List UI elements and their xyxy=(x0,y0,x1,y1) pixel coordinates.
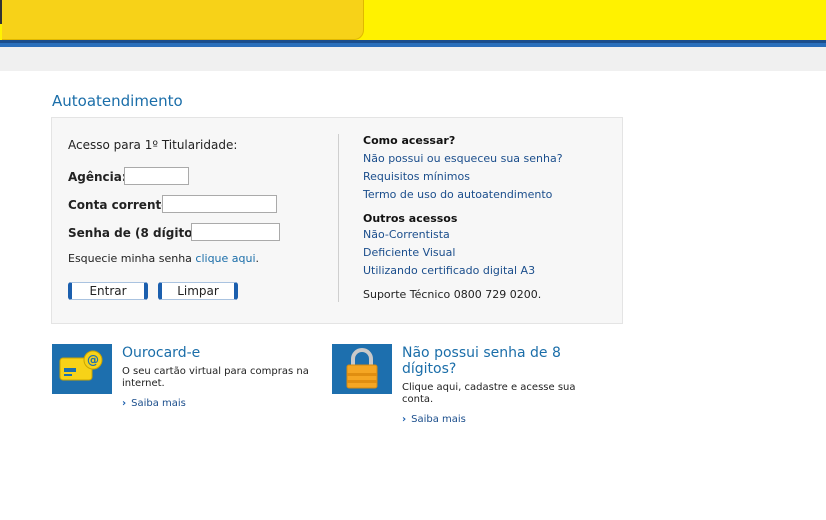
ourocard-saiba-mais-label: Saiba mais xyxy=(131,398,186,409)
senha-label: Senha de (8 dígitos): xyxy=(68,226,210,240)
outros-acessos-heading: Outros acessos xyxy=(363,212,458,225)
senha-saiba-mais-label: Saiba mais xyxy=(411,414,466,425)
non-account-holder-link[interactable]: Não-Correntista xyxy=(363,228,450,241)
header-bar xyxy=(0,0,826,40)
digital-certificate-link[interactable]: Utilizando certificado digital A3 xyxy=(363,264,535,277)
clear-button[interactable]: Limpar xyxy=(158,282,238,300)
requirements-link[interactable]: Requisitos mínimos xyxy=(363,170,470,183)
senha-promo-title-line1[interactable]: Não possui senha de 8 xyxy=(402,345,561,361)
terms-of-use-link[interactable]: Termo de uso do autoatendimento xyxy=(363,188,552,201)
svg-text:@: @ xyxy=(87,353,99,367)
header-logo-area xyxy=(2,0,364,40)
enter-button[interactable]: Entrar xyxy=(68,282,148,300)
page-title: Autoatendimento xyxy=(52,92,183,110)
visually-impaired-link[interactable]: Deficiente Visual xyxy=(363,246,455,259)
conta-input[interactable] xyxy=(162,195,277,213)
forgot-suffix: . xyxy=(255,252,260,265)
senha-input[interactable] xyxy=(191,223,280,241)
ourocard-saiba-mais-link[interactable]: › Saiba mais xyxy=(122,398,186,409)
ourocard-text-line2: internet. xyxy=(122,378,165,389)
agencia-label: Agência: xyxy=(68,170,127,184)
agencia-input[interactable] xyxy=(124,167,189,185)
senha-promo-title-line2[interactable]: dígitos? xyxy=(402,361,456,377)
chevron-right-icon: › xyxy=(402,414,407,425)
forgot-password-help-link[interactable]: Não possui ou esqueceu sua senha? xyxy=(363,152,563,165)
ourocard-card-icon[interactable]: @ xyxy=(52,344,112,394)
padlock-icon[interactable] xyxy=(332,344,392,394)
senha-promo-text-line2: conta. xyxy=(402,394,434,405)
menu-bar xyxy=(0,47,826,71)
login-panel: Acesso para 1º Titularidade: Agência: Co… xyxy=(51,117,623,324)
forgot-password-line: Esquecie minha senha clique aqui. xyxy=(68,252,259,265)
como-acessar-heading: Como acessar? xyxy=(363,134,456,147)
forgot-password-link[interactable]: clique aqui xyxy=(195,252,255,265)
conta-label: Conta corrente: xyxy=(68,198,175,212)
forgot-prefix: Esquecie minha senha xyxy=(68,252,196,265)
ourocard-title[interactable]: Ourocard-e xyxy=(122,345,200,361)
login-heading: Acesso para 1º Titularidade: xyxy=(68,138,238,152)
chevron-right-icon: › xyxy=(122,398,127,409)
ourocard-text-line1: O seu cartão virtual para compras na xyxy=(122,366,309,377)
senha-promo-text-line1: Clique aqui, cadastre e acesse sua xyxy=(402,382,576,393)
support-phone: Suporte Técnico 0800 729 0200. xyxy=(363,288,542,301)
senha-saiba-mais-link[interactable]: › Saiba mais xyxy=(402,414,466,425)
panel-divider xyxy=(338,134,339,302)
